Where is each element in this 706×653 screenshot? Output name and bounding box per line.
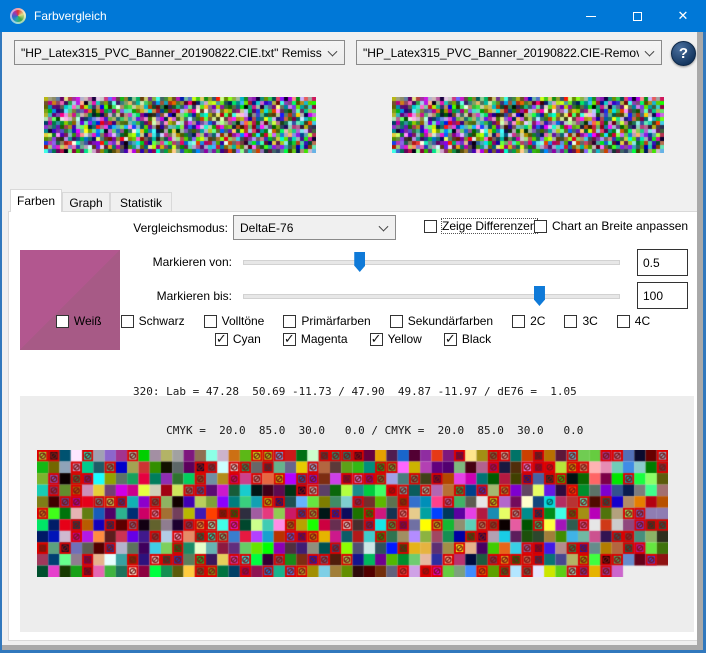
filter-row-channels: Cyan Magenta Yellow Black <box>20 332 686 346</box>
checkbox-zeige-differenzen[interactable]: Zeige Differenzen <box>424 219 537 233</box>
checkbox-2c[interactable]: 2C <box>512 314 545 328</box>
checkbox-cyan[interactable]: Cyan <box>215 332 261 346</box>
tab-farben[interactable]: Farben <box>10 189 62 212</box>
checkbox-weiss[interactable]: Weiß <box>56 314 102 328</box>
maximize-button[interactable] <box>614 0 660 32</box>
checkbox-3c[interactable]: 3C <box>564 314 597 328</box>
checkbox-label: Chart an Breite anpassen <box>552 219 688 233</box>
title-bar: Farbvergleich ✕ <box>0 0 706 32</box>
close-icon: ✕ <box>678 8 689 24</box>
sample-chart-thumbnail <box>392 97 664 153</box>
mark-from-slider-track[interactable] <box>243 260 620 265</box>
minimize-button[interactable] <box>568 0 614 32</box>
window-border <box>0 32 2 653</box>
checkbox-label: Zeige Differenzen <box>442 219 537 233</box>
tab-graph[interactable]: Graph <box>62 192 110 212</box>
reference-chart-thumbnail <box>44 97 316 153</box>
maximize-icon <box>633 12 642 21</box>
compare-mode-select[interactable]: DeltaE-76 <box>233 215 396 240</box>
chevron-down-icon <box>379 221 389 231</box>
checkbox-box <box>424 220 437 233</box>
mark-to-label: Markieren bis: <box>112 289 232 303</box>
chevron-down-icon <box>328 46 338 56</box>
mark-to-value-input[interactable]: 100 <box>637 282 688 309</box>
window-title: Farbvergleich <box>34 9 107 23</box>
compare-mode-value: DeltaE-76 <box>240 221 293 235</box>
question-mark-icon: ? <box>679 45 688 62</box>
app-icon <box>10 8 26 24</box>
checkbox-box <box>534 220 547 233</box>
readout-lab-line: 320: Lab = 47.28 50.69 -11.73 / 47.90 49… <box>133 385 583 398</box>
checkbox-chart-an-breite[interactable]: Chart an Breite anpassen <box>534 219 688 233</box>
checkbox-sekundaerfarben[interactable]: Sekundärfarben <box>390 314 493 328</box>
checkbox-primaerfarben[interactable]: Primärfarben <box>283 314 370 328</box>
help-button[interactable]: ? <box>671 41 696 66</box>
readout-cmyk-line: CMYK = 20.0 85.0 30.0 0.0 / CMYK = 20.0 … <box>133 424 583 437</box>
tab-statistik[interactable]: Statistik <box>110 192 172 212</box>
close-button[interactable]: ✕ <box>660 0 706 32</box>
file-select-right[interactable]: "HP_Latex315_PVC_Banner_20190822.CIE-Rem… <box>356 40 662 65</box>
file-select-left[interactable]: "HP_Latex315_PVC_Banner_20190822.CIE.txt… <box>14 40 345 65</box>
checkbox-volltoene[interactable]: Volltöne <box>204 314 265 328</box>
file-select-left-value: "HP_Latex315_PVC_Banner_20190822.CIE.txt… <box>21 46 322 60</box>
checkbox-4c[interactable]: 4C <box>617 314 650 328</box>
app-window: Farbvergleich ✕ "HP_Latex315_PVC_Banner_… <box>0 0 706 653</box>
checkbox-schwarz[interactable]: Schwarz <box>121 314 185 328</box>
filter-row-patch-types: Weiß Schwarz Volltöne Primärfarben Sekun… <box>20 314 686 328</box>
mark-from-value-input[interactable]: 0.5 <box>637 249 688 276</box>
chevron-down-icon <box>645 46 655 56</box>
comparison-chart-grid[interactable] <box>37 450 668 577</box>
minimize-icon <box>586 16 596 17</box>
checkbox-black[interactable]: Black <box>444 332 491 346</box>
compare-mode-label: Vergleichsmodus: <box>108 221 228 235</box>
checkbox-yellow[interactable]: Yellow <box>370 332 422 346</box>
checkbox-magenta[interactable]: Magenta <box>283 332 348 346</box>
patch-readout: 320: Lab = 47.28 50.69 -11.73 / 47.90 49… <box>133 359 583 463</box>
mark-to-slider-track[interactable] <box>243 294 620 299</box>
mark-from-label: Markieren von: <box>112 255 232 269</box>
file-select-right-value: "HP_Latex315_PVC_Banner_20190822.CIE-Rem… <box>363 46 639 60</box>
